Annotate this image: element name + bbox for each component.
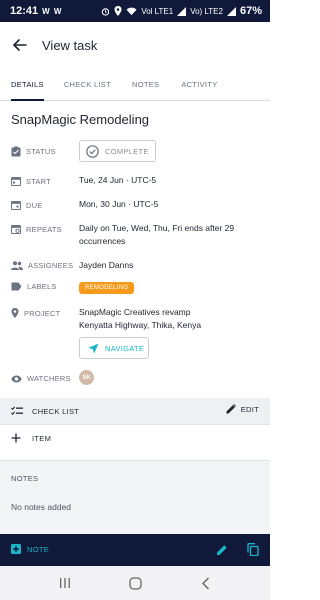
due-label: DUE [26, 200, 43, 210]
calendar-icon [11, 177, 21, 186]
status-time: 12:41 [10, 5, 39, 17]
back-arrow-icon[interactable] [10, 35, 30, 55]
home-icon[interactable] [120, 576, 150, 590]
location-pin-icon [11, 308, 19, 318]
labels-row-label: LABELS [11, 282, 57, 291]
signal-icon-2 [226, 6, 236, 16]
project-address: Kenyatta Highway, Thika, Kenya [79, 320, 202, 330]
alarm-icon [102, 7, 110, 16]
battery-level: 67% [239, 5, 262, 17]
notes-title: NOTES [11, 474, 39, 483]
page-title: View task [42, 37, 98, 53]
notification-icons: W W [42, 6, 63, 16]
add-item-label: ITEM [32, 433, 52, 443]
tab-notes[interactable]: NOTES [132, 70, 159, 100]
pencil-icon [226, 404, 236, 414]
complete-button-label: COMPLETE [105, 146, 149, 156]
edit-pen-icon[interactable] [216, 543, 228, 561]
watcher-avatar[interactable]: SK [79, 370, 94, 385]
signal-icon-1 [177, 6, 187, 16]
start-row-label: START [11, 176, 51, 186]
label-chip-remodeling[interactable]: REMODELING [79, 282, 135, 294]
add-note-button[interactable]: NOTE [11, 544, 49, 554]
tab-activity[interactable]: ACTIVITY [181, 70, 217, 100]
edit-label: EDIT [240, 404, 259, 414]
status-row-label: STATUS [11, 146, 56, 157]
location-icon [114, 6, 122, 16]
labels-label: LABELS [27, 282, 57, 291]
project-label: PROJECT [24, 308, 61, 318]
tab-check-list[interactable]: CHECK LIST [64, 70, 111, 100]
due-value: Mon, 30 Jun · UTC-5 [79, 199, 159, 209]
copy-icon[interactable] [247, 543, 259, 561]
complete-button[interactable]: COMPLETE [79, 140, 156, 162]
assignees-row-label: ASSIGNEES [11, 261, 73, 270]
checklist-header: CHECK LIST EDIT [0, 398, 270, 425]
label-tag-icon [11, 282, 22, 291]
add-item-button[interactable]: ITEM [11, 433, 51, 443]
bottom-action-bar: NOTE [0, 534, 270, 566]
tab-bar: DETAILS CHECK LIST NOTES ACTIVITY [0, 70, 270, 101]
clipboard-icon [11, 146, 21, 157]
repeats-row-label: REPEATS [11, 224, 62, 234]
start-value: Tue, 24 Jun · UTC-5 [79, 175, 157, 185]
status-label: STATUS [26, 147, 56, 156]
watchers-label: WATCHERS [27, 374, 71, 383]
notes-empty-text: No notes added [11, 502, 72, 512]
people-icon [11, 261, 23, 270]
add-box-icon [11, 544, 21, 554]
back-nav-icon[interactable] [190, 577, 220, 590]
due-row-label: DUE [11, 200, 42, 210]
system-nav-bar [0, 566, 270, 600]
repeats-value: Daily on Tue, Wed, Thu, Fri ends after 2… [79, 223, 235, 246]
network-label-1: Vol LTE1 [141, 6, 174, 16]
project-name[interactable]: SnapMagic Creatives revamp [79, 306, 191, 319]
checklist-icon [11, 406, 23, 416]
navigate-button-label: NAVIGATE [105, 343, 145, 353]
eye-icon [11, 374, 22, 383]
calendar-repeat-icon [11, 225, 21, 234]
recent-apps-icon[interactable] [50, 577, 80, 589]
task-title: SnapMagic Remodeling [11, 112, 150, 127]
navigate-button[interactable]: NAVIGATE [79, 337, 149, 359]
network-label-2: Vo) LTE2 [190, 6, 223, 16]
notes-section: NOTES No notes added [0, 460, 270, 534]
edit-checklist-button[interactable]: EDIT [226, 404, 259, 414]
checklist-title-group: CHECK LIST [11, 406, 79, 416]
wifi-icon [126, 7, 137, 15]
plus-icon [11, 433, 21, 443]
calendar-icon [11, 201, 21, 210]
check-circle-icon [86, 144, 99, 158]
project-row-label: PROJECT [11, 308, 60, 318]
add-note-label: NOTE [27, 544, 50, 554]
assignee-name[interactable]: Jayden Danns [79, 259, 133, 272]
status-bar: 12:41 W W Vol LTE1 Vo) LTE2 67% [0, 0, 270, 22]
tab-details[interactable]: DETAILS [11, 70, 44, 101]
start-label: START [26, 176, 51, 186]
watchers-row-label: WATCHERS [11, 374, 71, 383]
app-header: View task [0, 22, 270, 68]
repeats-label: REPEATS [26, 224, 62, 234]
checklist-title: CHECK LIST [32, 406, 80, 416]
navigation-arrow-icon [88, 343, 99, 353]
assignees-label: ASSIGNEES [28, 261, 74, 270]
